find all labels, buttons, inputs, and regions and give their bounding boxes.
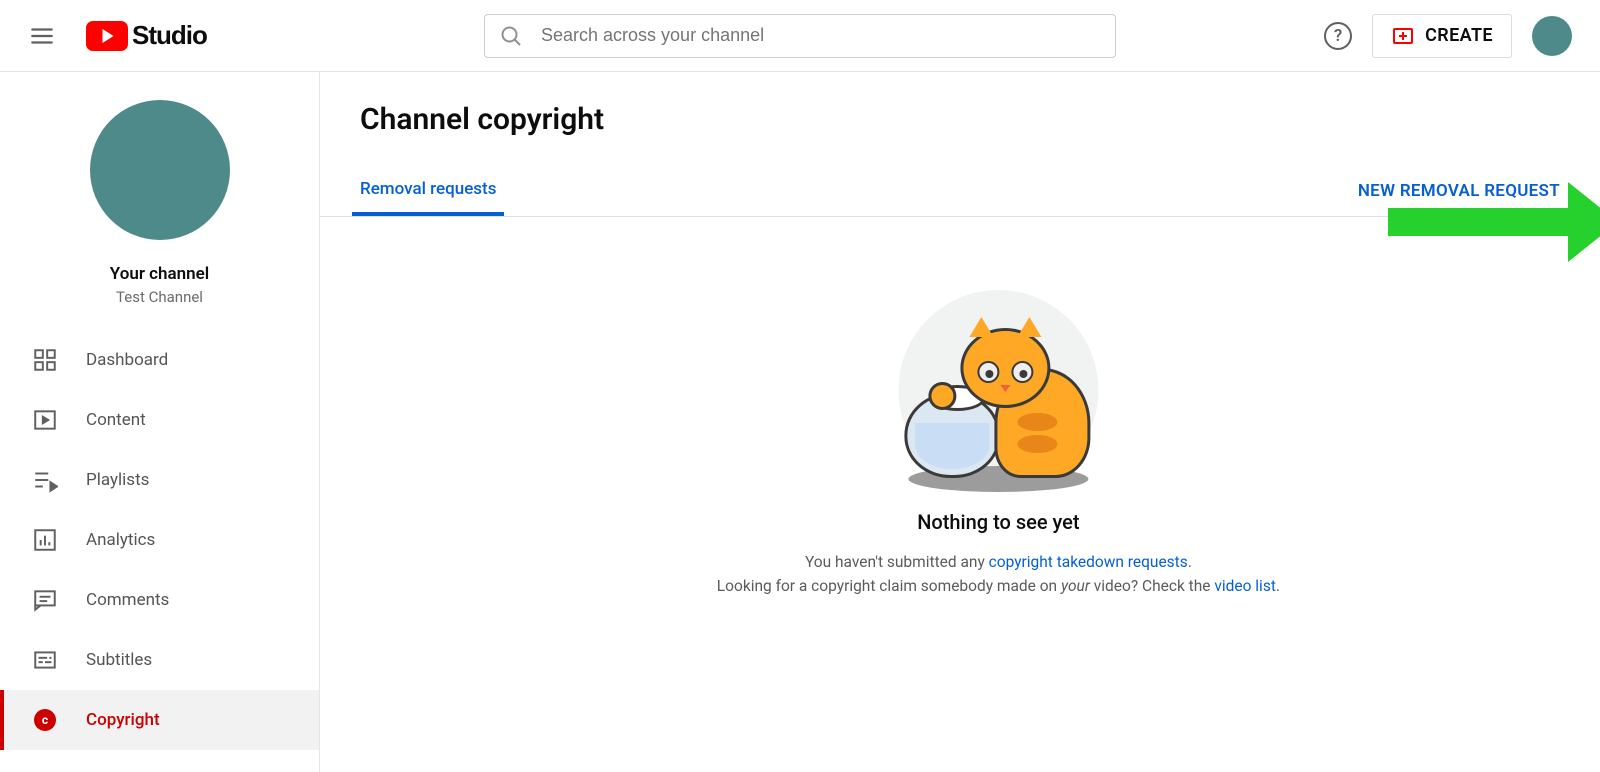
dashboard-icon	[32, 347, 58, 373]
playlists-icon	[32, 467, 58, 493]
search-input[interactable]	[541, 25, 1101, 46]
sidebar-item-label: Subtitles	[86, 650, 152, 670]
channel-title: Your channel	[0, 264, 319, 284]
copyright-takedown-link[interactable]: copyright takedown requests	[989, 553, 1188, 571]
empty-line-1: You haven't submitted any copyright take…	[678, 550, 1318, 574]
logo[interactable]: Studio	[86, 20, 207, 51]
subtitles-icon	[32, 647, 58, 673]
youtube-play-icon	[86, 21, 128, 51]
sidebar-item-label: Playlists	[86, 470, 149, 490]
create-button[interactable]: CREATE	[1372, 14, 1512, 58]
menu-icon[interactable]	[18, 12, 66, 60]
sidebar: Your channel Test Channel Dashboard Cont…	[0, 72, 320, 772]
layout: Your channel Test Channel Dashboard Cont…	[0, 72, 1600, 772]
sidebar-item-label: Dashboard	[86, 350, 168, 370]
avatar[interactable]	[1532, 16, 1572, 56]
sidebar-item-content[interactable]: Content	[0, 390, 319, 450]
header-right: ? CREATE	[1324, 14, 1572, 58]
channel-avatar[interactable]	[90, 100, 230, 240]
tab-removal-requests[interactable]: Removal requests	[352, 165, 504, 216]
sidebar-item-label: Copyright	[86, 710, 160, 730]
channel-name: Test Channel	[0, 288, 319, 306]
content-icon	[32, 407, 58, 433]
help-icon[interactable]: ?	[1324, 22, 1352, 50]
search-container	[484, 14, 1116, 58]
tab-row: Removal requests NEW REMOVAL REQUEST	[320, 165, 1600, 217]
sidebar-item-playlists[interactable]: Playlists	[0, 450, 319, 510]
empty-line-2: Looking for a copyright claim somebody m…	[678, 574, 1318, 598]
sidebar-item-analytics[interactable]: Analytics	[0, 510, 319, 570]
new-removal-request-button[interactable]: NEW REMOVAL REQUEST	[1358, 181, 1560, 201]
sidebar-item-label: Analytics	[86, 530, 155, 550]
create-icon	[1391, 24, 1415, 48]
logo-word: Studio	[132, 20, 207, 51]
sidebar-item-comments[interactable]: Comments	[0, 570, 319, 630]
header: Studio ? CREATE	[0, 0, 1600, 72]
page-title: Channel copyright	[320, 72, 1600, 137]
video-list-link[interactable]: video list	[1214, 577, 1276, 595]
empty-title: Nothing to see yet	[678, 510, 1318, 534]
sidebar-item-dashboard[interactable]: Dashboard	[0, 330, 319, 390]
copyright-icon: c	[32, 707, 58, 733]
main-content: Channel copyright Removal requests NEW R…	[320, 72, 1600, 772]
search-icon	[499, 24, 523, 48]
empty-illustration-icon	[898, 290, 1098, 490]
comments-icon	[32, 587, 58, 613]
create-label: CREATE	[1425, 25, 1493, 46]
analytics-icon	[32, 527, 58, 553]
empty-state: Nothing to see yet You haven't submitted…	[678, 290, 1318, 598]
search-box[interactable]	[484, 14, 1116, 58]
sidebar-item-copyright[interactable]: c Copyright	[0, 690, 319, 750]
sidebar-item-label: Comments	[86, 590, 169, 610]
sidebar-item-label: Content	[86, 410, 146, 430]
sidebar-item-subtitles[interactable]: Subtitles	[0, 630, 319, 690]
